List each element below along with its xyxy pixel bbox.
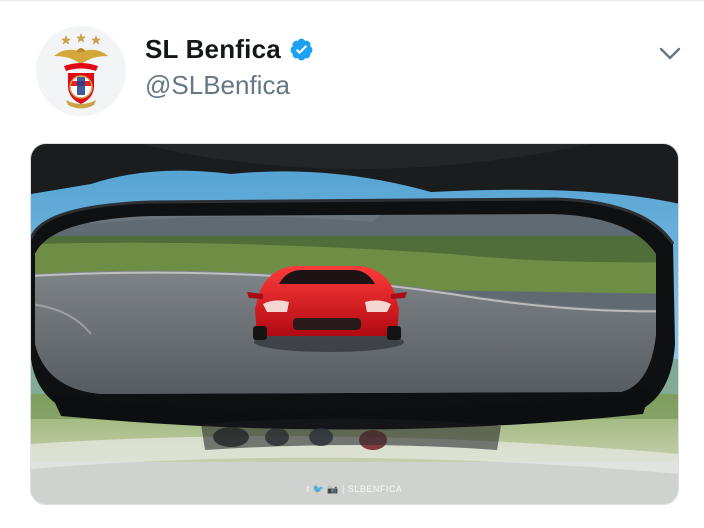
verified-badge-icon — [289, 37, 314, 62]
avatar[interactable] — [36, 26, 126, 116]
display-name[interactable]: SL Benfica — [145, 34, 281, 65]
video-frame-image — [31, 144, 678, 504]
top-divider — [0, 0, 704, 1]
sl-benfica-crest-icon — [36, 26, 126, 116]
tweet-media-video[interactable]: f 🐦 📷 | SLBENFICA — [30, 143, 679, 505]
tweet-menu-button[interactable] — [652, 38, 688, 70]
account-handle[interactable]: @SLBenfica — [145, 70, 290, 101]
account-name-row[interactable]: SL Benfica — [145, 34, 314, 65]
red-sports-car — [247, 266, 407, 340]
video-watermark: f 🐦 📷 | SLBENFICA — [306, 484, 403, 494]
chevron-down-icon — [659, 47, 681, 60]
